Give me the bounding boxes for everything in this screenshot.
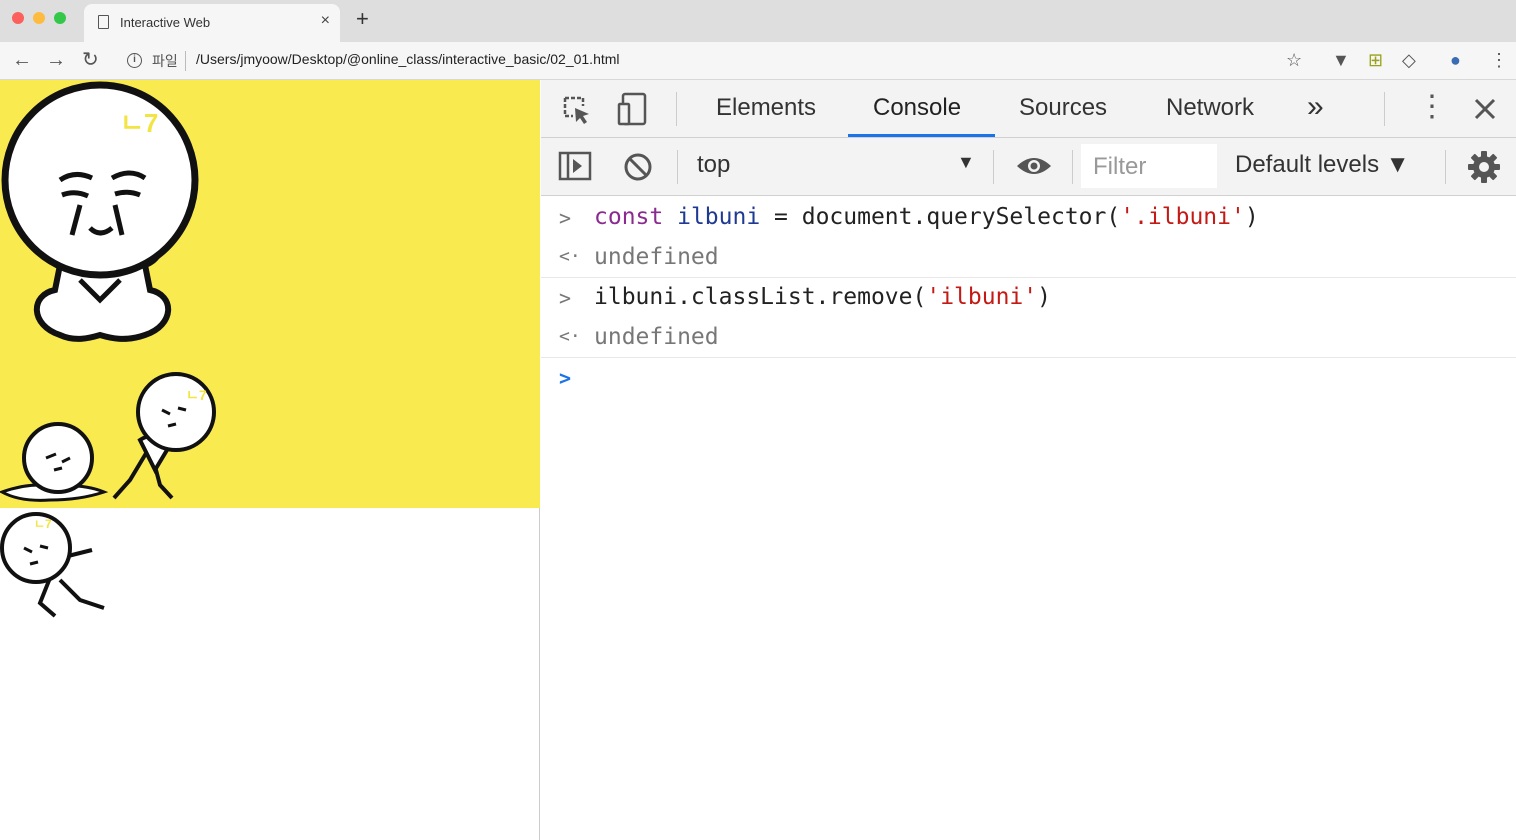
page-viewport: ㄴ7 ㄴ7 ㄴ7 <box>0 80 540 840</box>
zoom-window-button[interactable] <box>54 12 66 24</box>
code-keyword: const <box>594 204 678 230</box>
input-chevron-icon: > <box>559 286 572 310</box>
code-close-paren: ) <box>1037 284 1051 310</box>
console-filter-bar: top ▼ Default levels ▼ <box>541 138 1516 196</box>
context-selector[interactable]: top <box>697 151 730 179</box>
tab-elements[interactable]: Elements <box>716 94 816 122</box>
context-dropdown-arrow-icon[interactable]: ▼ <box>957 152 975 173</box>
toolbar-divider <box>1384 92 1385 126</box>
code-expression: ilbuni.classList.remove( <box>594 284 927 310</box>
forward-icon[interactable]: → <box>46 48 66 72</box>
console-prompt-line[interactable]: > <box>541 358 1516 398</box>
result-arrow-icon: <· <box>559 326 581 347</box>
extension-ladder-icon[interactable]: ⊞ <box>1368 49 1383 71</box>
info-icon[interactable]: i <box>127 53 142 68</box>
extension-tag-icon[interactable]: ◇ <box>1402 49 1416 71</box>
prompt-chevron-icon: > <box>559 366 572 390</box>
ilbuni-large-character: ㄴ7 <box>1 81 199 342</box>
toolbar-divider <box>676 92 677 126</box>
console-settings-gear-icon[interactable] <box>1467 150 1501 184</box>
ilbuni-melting-character <box>0 422 109 502</box>
devtools-menu-icon[interactable]: ⋮ <box>1417 90 1447 124</box>
address-divider <box>185 51 186 71</box>
tab-network[interactable]: Network <box>1166 94 1254 122</box>
browser-tab[interactable]: Interactive Web × <box>84 4 340 42</box>
yellow-stage: ㄴ7 ㄴ7 <box>0 80 540 508</box>
address-bar[interactable]: /Users/jmyoow/Desktop/@online_class/inte… <box>196 51 620 67</box>
devtools-panel: Elements Console Sources Network » ⋮ top… <box>541 80 1516 840</box>
profile-avatar-icon[interactable]: ● <box>1450 49 1461 71</box>
console-result-line: <· undefined <box>541 238 1516 278</box>
devtools-tab-bar: Elements Console Sources Network » ⋮ <box>541 80 1516 138</box>
code-string: '.ilbuni' <box>1120 204 1245 230</box>
tab-sources[interactable]: Sources <box>1019 94 1107 122</box>
console-code: const ilbuni = document.querySelector('.… <box>594 204 1259 230</box>
toolbar-divider <box>1072 150 1073 184</box>
device-toolbar-icon[interactable] <box>617 92 653 126</box>
close-window-button[interactable] <box>12 12 24 24</box>
filter-box <box>1081 144 1217 188</box>
page-icon <box>98 15 109 29</box>
tab-title: Interactive Web <box>120 15 211 30</box>
filter-input[interactable] <box>1093 153 1213 181</box>
ilbuni-waving-character: ㄴ7 <box>0 512 105 618</box>
console-result: undefined <box>594 324 719 350</box>
code-variable: ilbuni <box>677 204 761 230</box>
browser-menu-icon[interactable]: ⋮ <box>1490 49 1508 71</box>
input-chevron-icon: > <box>559 206 572 230</box>
sidebar-toggle-icon[interactable] <box>558 151 592 181</box>
clear-console-icon[interactable] <box>623 152 653 182</box>
log-levels-dropdown[interactable]: Default levels ▼ <box>1235 151 1410 179</box>
console-result: undefined <box>594 244 719 270</box>
doodle-text: ㄴ7 <box>120 108 158 138</box>
console-input-line: > const ilbuni = document.querySelector(… <box>541 198 1516 238</box>
ilbuni-running-character: ㄴ7 <box>112 372 216 500</box>
live-expression-eye-icon[interactable] <box>1015 154 1053 178</box>
active-tab-underline <box>848 134 995 137</box>
toolbar-divider <box>993 150 994 184</box>
toolbar-divider <box>677 150 678 184</box>
result-arrow-icon: <· <box>559 246 581 267</box>
console-code: ilbuni.classList.remove('ilbuni') <box>594 284 1051 310</box>
secure-label: 파일 <box>152 53 178 69</box>
new-tab-button[interactable]: + <box>356 8 369 30</box>
tab-console[interactable]: Console <box>873 94 961 122</box>
inspect-element-icon[interactable] <box>561 94 593 126</box>
code-expression: = document.querySelector( <box>760 204 1121 230</box>
console-input-line: > ilbuni.classList.remove('ilbuni') <box>541 278 1516 318</box>
bookmark-star-icon[interactable]: ☆ <box>1286 49 1302 71</box>
more-tabs-icon[interactable]: » <box>1307 90 1324 124</box>
svg-text:ㄴ7: ㄴ7 <box>34 517 52 531</box>
code-string: 'ilbuni' <box>926 284 1038 310</box>
code-close-paren: ) <box>1244 204 1259 230</box>
extension-vue-icon[interactable]: ▼ <box>1332 49 1350 71</box>
browser-toolbar: ← → ↻ i 파일 /Users/jmyoow/Desktop/@online… <box>0 42 1516 80</box>
reload-icon[interactable]: ↻ <box>82 48 99 72</box>
close-devtools-icon[interactable] <box>1473 97 1497 121</box>
toolbar-divider <box>1445 150 1446 184</box>
minimize-window-button[interactable] <box>33 12 45 24</box>
svg-text:ㄴ7: ㄴ7 <box>186 387 207 403</box>
console-output[interactable]: > const ilbuni = document.querySelector(… <box>541 196 1516 840</box>
console-result-line: <· undefined <box>541 318 1516 358</box>
tab-close-icon[interactable]: × <box>321 12 330 30</box>
tab-strip: Interactive Web × + <box>0 0 1516 42</box>
back-icon[interactable]: ← <box>12 48 32 72</box>
